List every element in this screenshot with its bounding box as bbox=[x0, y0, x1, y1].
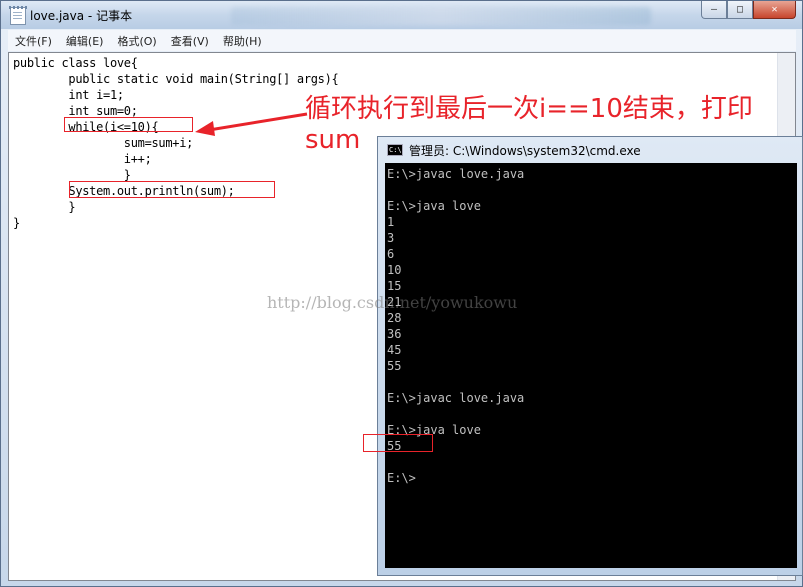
code-line: public static void main(String[] args){ bbox=[13, 72, 339, 86]
cmd-console[interactable]: E:\>javac love.java E:\>java love 1 3 6 … bbox=[385, 163, 797, 568]
menu-view[interactable]: 查看(V) bbox=[164, 33, 216, 49]
code-line: } bbox=[13, 200, 76, 214]
menu-help[interactable]: 帮助(H) bbox=[216, 33, 269, 49]
cmd-window: C:\ 管理员: C:\Windows\system32\cmd.exe E:\… bbox=[377, 136, 803, 576]
menu-format[interactable]: 格式(O) bbox=[110, 33, 163, 49]
console-line: 28 bbox=[387, 311, 402, 325]
code-line: sum=sum+i; bbox=[13, 136, 194, 150]
console-line: 36 bbox=[387, 327, 402, 341]
code-line: } bbox=[13, 216, 20, 230]
code-line: public class love{ bbox=[13, 56, 138, 70]
console-line: 10 bbox=[387, 263, 402, 277]
code-line: } bbox=[13, 168, 131, 182]
highlight-result-box bbox=[363, 434, 433, 452]
highlight-println-box bbox=[69, 181, 275, 198]
annotation-text-line2: sum bbox=[305, 125, 361, 155]
notepad-titlebar[interactable]: love.java - 记事本 — □ ✕ bbox=[1, 1, 802, 29]
console-line: 45 bbox=[387, 343, 402, 357]
console-line: E:\>java love bbox=[387, 199, 481, 213]
code-line: int i=1; bbox=[13, 88, 124, 102]
close-button[interactable]: ✕ bbox=[753, 1, 796, 19]
console-line: 1 bbox=[387, 215, 395, 229]
menu-file[interactable]: 文件(F) bbox=[8, 33, 59, 49]
menu-bar: 文件(F) 编辑(E) 格式(O) 查看(V) 帮助(H) bbox=[8, 30, 796, 51]
cmd-title: 管理员: C:\Windows\system32\cmd.exe bbox=[409, 144, 641, 158]
code-line: i++; bbox=[13, 152, 152, 166]
watermark-text: http://blog.csdn.net/yowukowu bbox=[267, 293, 518, 312]
window-controls: — □ ✕ bbox=[701, 1, 796, 19]
console-line: E:\> bbox=[387, 471, 416, 485]
cmd-icon: C:\ bbox=[387, 144, 403, 156]
console-line: 15 bbox=[387, 279, 402, 293]
menu-edit[interactable]: 编辑(E) bbox=[59, 33, 111, 49]
highlight-while-box bbox=[64, 117, 193, 132]
cmd-titlebar[interactable]: C:\ 管理员: C:\Windows\system32\cmd.exe bbox=[378, 137, 802, 163]
annotation-text-line1: 循环执行到最后一次i==10结束，打印 bbox=[305, 94, 753, 124]
console-line: E:\>javac love.java bbox=[387, 167, 525, 181]
blurred-background bbox=[231, 7, 651, 25]
console-line: 55 bbox=[387, 359, 402, 373]
annotation-arrow-icon bbox=[195, 112, 308, 136]
minimize-button[interactable]: — bbox=[701, 1, 727, 19]
console-line: 6 bbox=[387, 247, 395, 261]
code-line: int sum=0; bbox=[13, 104, 138, 118]
console-line: E:\>javac love.java bbox=[387, 391, 525, 405]
notepad-title: love.java - 记事本 bbox=[30, 9, 133, 23]
notepad-icon bbox=[9, 6, 27, 25]
console-line: 3 bbox=[387, 231, 395, 245]
maximize-button[interactable]: □ bbox=[727, 1, 753, 19]
